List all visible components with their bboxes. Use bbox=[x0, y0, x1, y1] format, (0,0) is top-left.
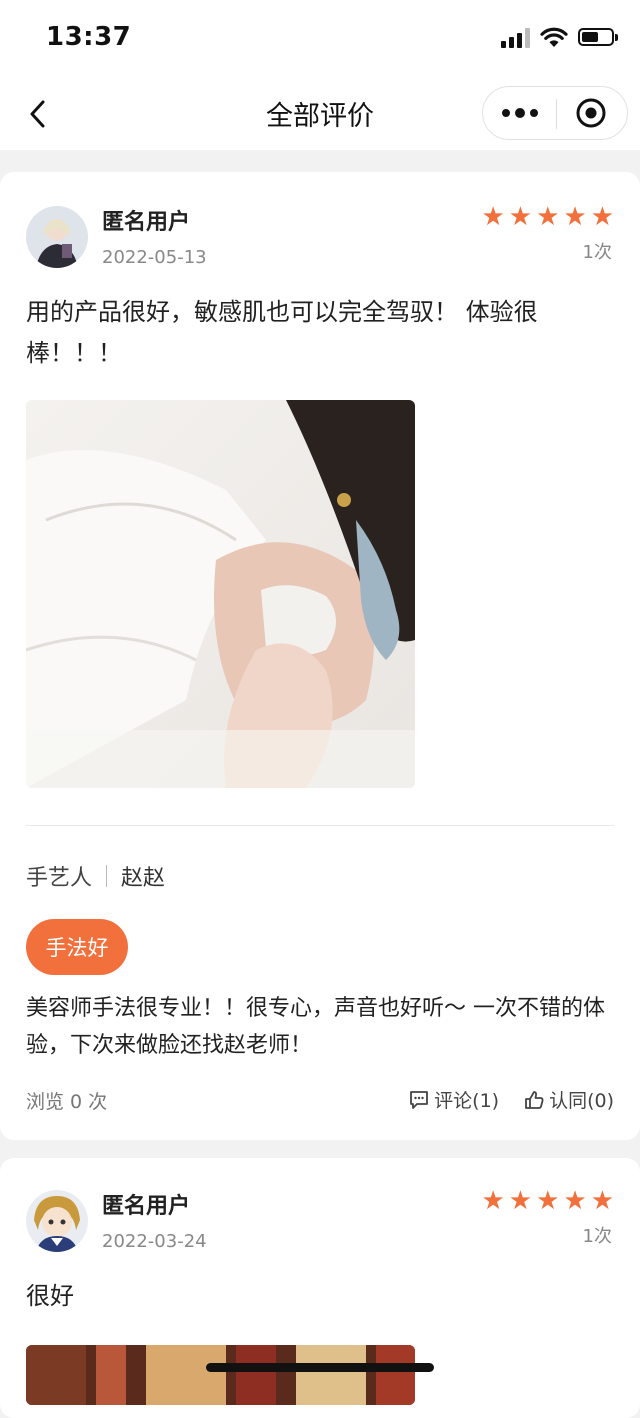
artisan-label: 手艺人 bbox=[26, 866, 93, 891]
star-icon: ★ bbox=[536, 1186, 560, 1216]
view-count: 浏览 0 次 bbox=[26, 1091, 108, 1113]
artisan-tag: 手法好 bbox=[26, 919, 128, 975]
review-text: 很好 bbox=[26, 1282, 74, 1310]
mini-program-capsule bbox=[482, 86, 628, 140]
artisan-comment: 美容师手法很专业！！很专心，声音也好听～ 一次不错的体验，下次来做脸还找赵老师！ bbox=[26, 996, 605, 1058]
visit-count: 1次 bbox=[582, 242, 612, 263]
star-icon: ★ bbox=[590, 1186, 614, 1216]
comment-count: 评论(1) bbox=[434, 1090, 500, 1112]
star-icon: ★ bbox=[563, 202, 587, 232]
close-button[interactable] bbox=[554, 87, 627, 139]
divider bbox=[26, 825, 614, 826]
avatar bbox=[26, 206, 88, 268]
status-icons bbox=[501, 26, 618, 48]
review-actions: 评论(1) 认同(0) bbox=[408, 1086, 614, 1113]
wifi-icon bbox=[540, 27, 568, 47]
battery-icon bbox=[578, 28, 618, 46]
star-rating: ★ ★ ★ ★ ★ bbox=[481, 204, 614, 230]
nav-bar: 全部评价 bbox=[0, 78, 640, 150]
more-button[interactable] bbox=[483, 87, 556, 139]
comment-icon bbox=[410, 1090, 429, 1109]
review-photo[interactable] bbox=[26, 1345, 415, 1405]
home-indicator bbox=[206, 1363, 434, 1372]
review-text: 用的产品很好，敏感肌也可以完全驾驭！ 体验很棒！！！ bbox=[26, 298, 538, 367]
like-button[interactable]: 认同(0) bbox=[523, 1086, 614, 1113]
review-photo[interactable] bbox=[26, 400, 415, 788]
artisan-info: 手艺人 赵赵 bbox=[26, 860, 165, 892]
star-icon: ★ bbox=[590, 202, 614, 232]
star-icon: ★ bbox=[536, 202, 560, 232]
status-time: 13:37 bbox=[46, 22, 132, 52]
username: 匿名用户 bbox=[102, 1194, 191, 1219]
username: 匿名用户 bbox=[102, 210, 191, 235]
status-bar: 13:37 bbox=[0, 0, 640, 78]
star-icon: ★ bbox=[481, 1186, 505, 1216]
thumbs-up-icon bbox=[525, 1090, 544, 1109]
separator bbox=[106, 865, 108, 887]
like-count: 认同(0) bbox=[549, 1090, 614, 1112]
review-date: 2022-05-13 bbox=[102, 247, 207, 268]
review-date: 2022-03-24 bbox=[102, 1231, 207, 1252]
star-icon: ★ bbox=[508, 1186, 533, 1216]
visit-count: 1次 bbox=[582, 1226, 612, 1247]
star-icon: ★ bbox=[508, 202, 533, 232]
comment-button[interactable]: 评论(1) bbox=[408, 1086, 499, 1113]
review-card: 匿名用户 2022-05-13 ★ ★ ★ ★ ★ 1次 用的产品很好，敏感肌也… bbox=[0, 172, 640, 1140]
artisan-name[interactable]: 赵赵 bbox=[121, 860, 165, 892]
avatar bbox=[26, 1190, 88, 1252]
cellular-signal-icon bbox=[501, 26, 530, 48]
star-icon: ★ bbox=[481, 202, 505, 232]
star-rating: ★ ★ ★ ★ ★ bbox=[481, 1188, 614, 1214]
target-circle-icon bbox=[576, 98, 605, 128]
review-card: 匿名用户 2022-03-24 ★ ★ ★ ★ ★ 1次 很好 bbox=[0, 1158, 640, 1418]
star-icon: ★ bbox=[563, 1186, 587, 1216]
more-dots-icon bbox=[501, 108, 538, 118]
